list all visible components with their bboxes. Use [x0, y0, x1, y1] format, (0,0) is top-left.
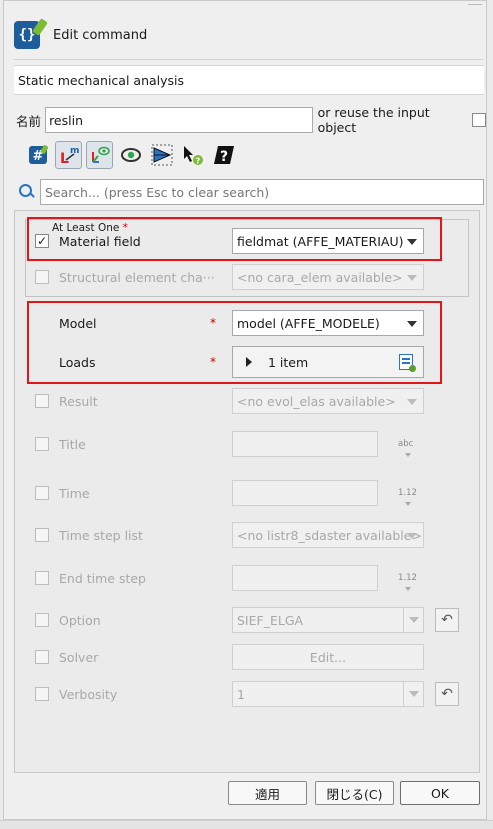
structural-element-value: <no cara_elem available> — [237, 269, 403, 285]
param-row-end-time-step: End time step 1.12 — [35, 563, 465, 593]
chevron-down-icon[interactable] — [403, 608, 423, 632]
close-button[interactable]: 閉じる(C) — [315, 781, 394, 805]
panel-header: {} Edit command — [14, 18, 148, 49]
chevron-down-icon — [407, 533, 417, 539]
text-type-icon: abc — [398, 439, 414, 457]
time-step-list-checkbox[interactable] — [35, 528, 49, 542]
param-row-structural-element: Structural element cha··· <no cara_elem … — [35, 262, 465, 292]
result-select[interactable]: <no evol_elas available> — [232, 388, 424, 414]
status-strip — [0, 820, 493, 829]
chevron-down-icon — [407, 399, 417, 405]
help-icon[interactable]: ? — [210, 141, 237, 169]
panel-title: Edit command — [53, 27, 148, 43]
verbosity-combo[interactable]: 1 — [232, 681, 424, 707]
reset-icon[interactable]: ↶ — [435, 682, 459, 706]
reset-icon[interactable]: ↶ — [435, 608, 459, 632]
param-row-verbosity: Verbosity 1 ↶ — [35, 679, 465, 709]
structural-element-checkbox[interactable] — [35, 270, 49, 284]
whats-this-icon[interactable]: ? — [179, 141, 206, 169]
end-time-step-label: End time step — [59, 570, 146, 586]
param-row-result: Result <no evol_elas available> — [35, 386, 465, 416]
end-time-step-input[interactable] — [232, 565, 378, 591]
option-value: SIEF_ELGA — [237, 612, 304, 628]
name-label: 名前 — [16, 113, 42, 129]
end-time-step-checkbox[interactable] — [35, 571, 49, 585]
toolbar: # Lm ? ? — [24, 141, 237, 169]
time-input[interactable] — [232, 480, 378, 506]
svg-text:?: ? — [219, 149, 227, 165]
verbosity-value: 1 — [237, 686, 245, 702]
time-step-list-value: <no listr8_sdaster available> — [237, 527, 422, 543]
structural-element-label: Structural element cha··· — [59, 269, 215, 285]
verbosity-checkbox[interactable] — [35, 687, 49, 701]
title-input[interactable] — [232, 431, 378, 457]
structural-element-select[interactable]: <no cara_elem available> — [232, 264, 424, 290]
name-row: 名前 or reuse the input object — [16, 105, 486, 135]
time-step-list-label: Time step list — [59, 527, 143, 543]
time-label: Time — [59, 485, 90, 501]
param-row-solver: Solver Edit... — [35, 642, 465, 672]
result-value: <no evol_elas available> — [237, 393, 396, 409]
solver-edit-button[interactable]: Edit... — [232, 644, 424, 670]
name-input[interactable] — [45, 107, 313, 133]
param-row-title: Title abc — [35, 429, 465, 459]
reuse-checkbox[interactable] — [472, 113, 486, 127]
parameters-panel: At Least One * ✓ Material field fieldmat… — [14, 210, 480, 773]
panel-edge-icon — [468, 1, 482, 5]
reuse-label: or reuse the input object — [317, 105, 430, 135]
param-row-option: Option SIEF_ELGA ↶ — [35, 605, 465, 635]
float-type-icon: 1.12 — [398, 573, 417, 591]
search-row — [18, 179, 484, 205]
edit-command-icon: {} — [14, 18, 48, 49]
chevron-down-icon — [407, 275, 417, 281]
solver-label: Solver — [59, 649, 99, 665]
option-combo[interactable]: SIEF_ELGA — [232, 607, 424, 633]
result-checkbox[interactable] — [35, 394, 49, 408]
show-all-keywords-icon[interactable] — [86, 141, 113, 169]
divider — [14, 59, 483, 60]
hash-icon[interactable]: # — [24, 141, 51, 169]
param-row-time-step-list: Time step list <no listr8_sdaster availa… — [35, 520, 465, 550]
eye-icon[interactable] — [117, 141, 144, 169]
result-label: Result — [59, 393, 98, 409]
highlight-box-material — [27, 217, 442, 261]
ok-button[interactable]: OK — [400, 781, 480, 805]
option-label: Option — [59, 612, 101, 628]
param-row-time: Time 1.12 — [35, 478, 465, 508]
time-checkbox[interactable] — [35, 486, 49, 500]
title-label: Title — [59, 436, 86, 452]
search-input[interactable] — [40, 179, 484, 205]
float-type-icon: 1.12 — [398, 488, 417, 506]
apply-button[interactable]: 適用 — [228, 781, 307, 805]
verbosity-label: Verbosity — [59, 686, 118, 702]
solver-checkbox[interactable] — [35, 650, 49, 664]
svg-text:m: m — [70, 146, 79, 156]
search-icon — [18, 183, 36, 201]
chevron-down-icon[interactable] — [403, 682, 423, 706]
option-checkbox[interactable] — [35, 613, 49, 627]
title-checkbox[interactable] — [35, 437, 49, 451]
svg-text:?: ? — [195, 157, 200, 166]
highlight-box-model-loads — [27, 301, 442, 384]
mesh-view-icon[interactable] — [148, 141, 175, 169]
command-title: Static mechanical analysis — [14, 65, 484, 95]
time-step-list-select[interactable]: <no listr8_sdaster available> — [232, 522, 424, 548]
mandatory-keywords-icon[interactable]: Lm — [55, 141, 82, 169]
